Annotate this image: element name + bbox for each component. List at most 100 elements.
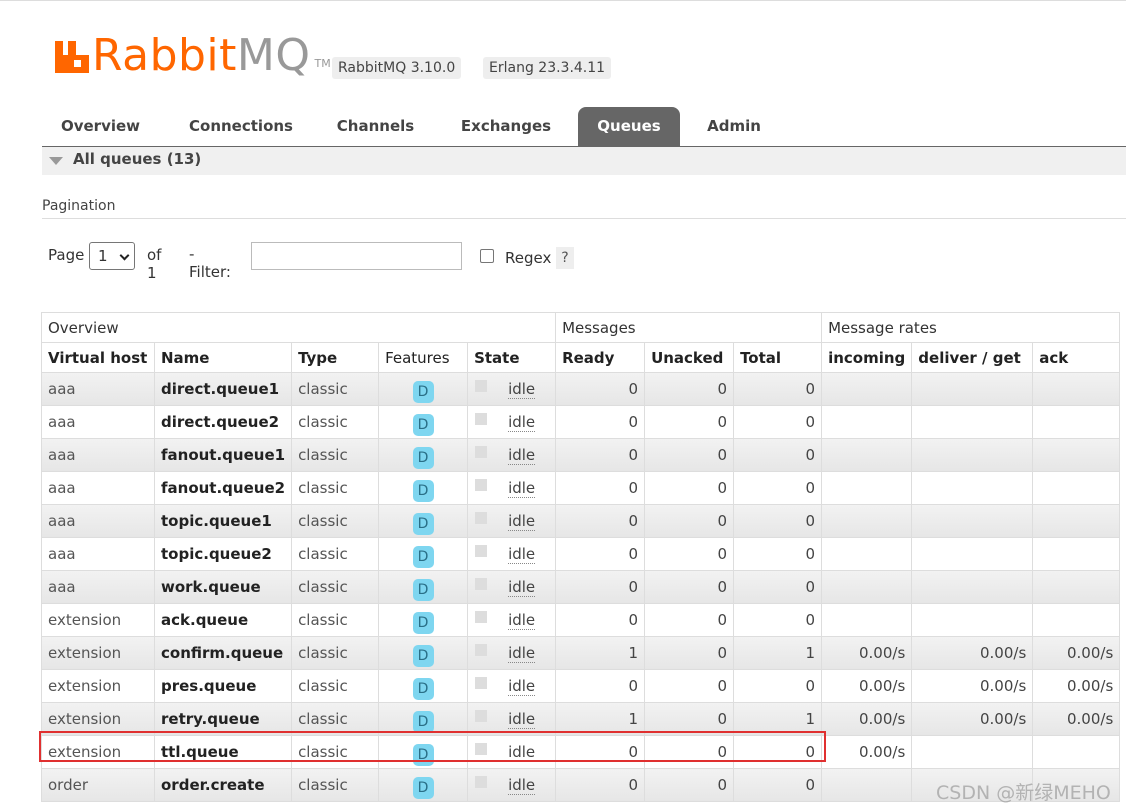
cell-ack	[1032, 537, 1121, 571]
cell-ack	[1032, 438, 1121, 472]
cell-type: classic	[291, 570, 380, 604]
cell-features: D	[378, 768, 469, 802]
group-header-messages: Messages	[555, 312, 823, 343]
group-header-message-rates: Message rates	[821, 312, 1121, 343]
cell-total: 0	[733, 372, 823, 406]
page-select-value: 1	[98, 247, 108, 265]
cell-incoming: 0.00/s	[821, 636, 913, 670]
column-header-state[interactable]: State	[467, 342, 557, 373]
state-indicator-icon	[475, 710, 488, 722]
tab-overview[interactable]: Overview	[48, 107, 153, 146]
cell-features: D	[378, 372, 469, 406]
logo-wordmark: RabbitMQ	[92, 33, 311, 78]
cell-unacked: 0	[644, 372, 735, 406]
tab-admin[interactable]: Admin	[694, 107, 774, 146]
column-header-name[interactable]: Name	[153, 342, 293, 373]
pagination-divider	[42, 218, 1126, 219]
tab-channels[interactable]: Channels	[324, 107, 427, 146]
table-row[interactable]: aaa direct.queue2 classic Didle 0 0 0	[41, 405, 1121, 439]
queue-name-link[interactable]: direct.queue1	[153, 372, 293, 406]
state-label: idle	[508, 578, 536, 597]
cell-ack	[1032, 372, 1121, 406]
queue-name-link[interactable]: ttl.queue	[153, 735, 293, 769]
page-select[interactable]: 1	[89, 242, 135, 270]
filter-input[interactable]	[251, 242, 462, 270]
cell-ack: 0.00/s	[1032, 669, 1121, 703]
table-row[interactable]: aaa fanout.queue2 classic Didle 0 0 0	[41, 471, 1121, 505]
queue-name-link[interactable]: fanout.queue1	[153, 438, 293, 472]
top-divider	[0, 0, 1126, 1]
cell-ack	[1032, 405, 1121, 439]
column-header-total[interactable]: Total	[733, 342, 823, 373]
column-header-ack[interactable]: ack	[1032, 342, 1121, 373]
group-header-overview: Overview	[40, 312, 557, 343]
queue-name-link[interactable]: retry.queue	[153, 702, 293, 736]
cell-type: classic	[291, 537, 380, 571]
table-row[interactable]: aaa topic.queue2 classic Didle 0 0 0	[41, 537, 1121, 571]
section-title: All queues (13)	[73, 150, 202, 168]
column-header-type[interactable]: Type	[291, 342, 380, 373]
table-row[interactable]: aaa topic.queue1 classic Didle 0 0 0	[41, 504, 1121, 538]
logo-tm: TM	[314, 57, 331, 70]
table-row[interactable]: aaa direct.queue1 classic Didle 0 0 0	[41, 372, 1121, 406]
tab-queues[interactable]: Queues	[578, 107, 680, 146]
cell-type: classic	[291, 735, 380, 769]
cell-type: classic	[291, 471, 380, 505]
queue-name-link[interactable]: order.create	[153, 768, 293, 802]
table-row[interactable]: extension confirm.queue classic Didle 1 0 1 0.0…	[41, 636, 1121, 670]
table-row[interactable]: aaa work.queue classic Didle 0 0 0	[41, 570, 1121, 604]
cell-state: idle	[467, 405, 557, 439]
state-label: idle	[508, 446, 536, 465]
regex-checkbox[interactable]	[480, 249, 494, 263]
cell-unacked: 0	[644, 735, 735, 769]
cell-ack	[1032, 735, 1121, 769]
column-header-unacked[interactable]: Unacked	[644, 342, 735, 373]
cell-unacked: 0	[644, 471, 735, 505]
table-row[interactable]: extension ttl.queue classic Didle 0 0 0 0.00/s	[41, 735, 1121, 769]
column-header-ready[interactable]: Ready	[555, 342, 646, 373]
regex-help-button[interactable]: ?	[556, 247, 574, 269]
page-of-label: of 1	[147, 246, 162, 282]
cell-ready: 0	[555, 405, 646, 439]
cell-incoming	[821, 438, 913, 472]
cell-ack	[1032, 504, 1121, 538]
queue-name-link[interactable]: confirm.queue	[153, 636, 293, 670]
queue-name-link[interactable]: work.queue	[153, 570, 293, 604]
column-header-deliver-get[interactable]: deliver / get	[911, 342, 1034, 373]
cell-deliver-get	[911, 438, 1034, 472]
tab-exchanges[interactable]: Exchanges	[448, 107, 564, 146]
queue-name-link[interactable]: ack.queue	[153, 603, 293, 637]
durable-badge: D	[412, 710, 434, 733]
cell-type: classic	[291, 438, 380, 472]
cell-features: D	[378, 405, 469, 439]
cell-features: D	[378, 636, 469, 670]
cell-ack	[1032, 471, 1121, 505]
column-header-incoming[interactable]: incoming	[821, 342, 913, 373]
column-header-features: Features	[378, 342, 469, 373]
all-queues-section-toggle[interactable]: All queues (13)	[42, 147, 1126, 175]
cell-virtual-host: extension	[41, 669, 155, 703]
cell-virtual-host: aaa	[41, 405, 155, 439]
queue-name-link[interactable]: fanout.queue2	[153, 471, 293, 505]
queue-name-link[interactable]: pres.queue	[153, 669, 293, 703]
tab-connections[interactable]: Connections	[174, 107, 308, 146]
cell-unacked: 0	[644, 636, 735, 670]
cell-features: D	[378, 702, 469, 736]
cell-virtual-host: aaa	[41, 537, 155, 571]
table-row[interactable]: aaa fanout.queue1 classic Didle 0 0 0	[41, 438, 1121, 472]
erlang-version-badge: Erlang 23.3.4.11	[483, 57, 612, 79]
table-row[interactable]: extension pres.queue classic Didle 0 0 0 0.00/s…	[41, 669, 1121, 703]
table-row[interactable]: extension retry.queue classic Didle 1 0 1 0.00/…	[41, 702, 1121, 736]
cell-ready: 0	[555, 438, 646, 472]
cell-state: idle	[467, 537, 557, 571]
queue-name-link[interactable]: direct.queue2	[153, 405, 293, 439]
queue-name-link[interactable]: topic.queue2	[153, 537, 293, 571]
column-header-virtual-host[interactable]: Virtual host	[41, 342, 155, 373]
rabbit-logo-icon	[55, 39, 89, 73]
queue-name-link[interactable]: topic.queue1	[153, 504, 293, 538]
state-indicator-icon	[475, 743, 488, 755]
durable-badge: D	[412, 677, 434, 700]
table-row[interactable]: extension ack.queue classic Didle 0 0 0	[41, 603, 1121, 637]
rabbitmq-logo[interactable]: RabbitMQ TM	[55, 33, 331, 78]
state-label: idle	[508, 479, 536, 498]
